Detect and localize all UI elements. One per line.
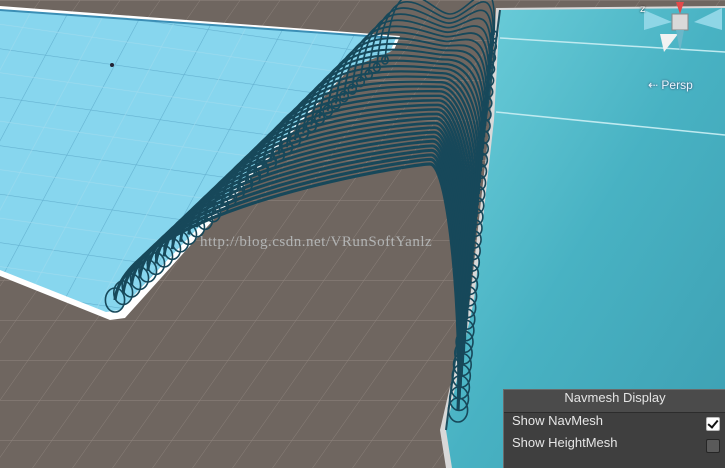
- show-heightmesh-label: Show HeightMesh: [512, 435, 618, 450]
- show-heightmesh-checkbox[interactable]: [706, 439, 720, 453]
- scene-view[interactable]: z ⇠ Persp http://blog.csdn.net/VRunSoftY…: [0, 0, 725, 468]
- projection-label: Persp: [661, 78, 693, 92]
- projection-arrow-icon: ⇠: [648, 78, 662, 92]
- navmesh-display-panel: Navmesh Display Show NavMesh Show Height…: [503, 389, 725, 468]
- panel-title: Navmesh Display: [504, 390, 725, 413]
- show-heightmesh-row[interactable]: Show HeightMesh: [504, 435, 725, 457]
- gizmo-cube[interactable]: [671, 13, 689, 31]
- projection-toggle[interactable]: ⇠ Persp: [648, 78, 693, 92]
- show-navmesh-checkbox[interactable]: [706, 417, 720, 431]
- show-navmesh-row[interactable]: Show NavMesh: [504, 413, 725, 435]
- show-navmesh-label: Show NavMesh: [512, 413, 604, 428]
- navmesh-vertex-dot: [110, 63, 114, 67]
- gizmo-axis-label: z: [640, 4, 646, 15]
